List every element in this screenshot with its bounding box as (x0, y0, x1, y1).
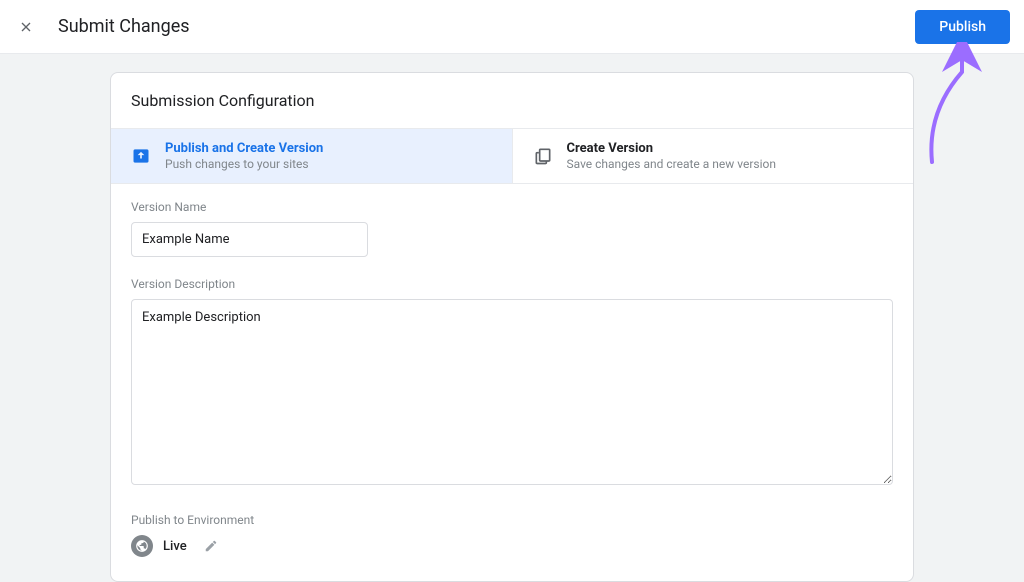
tab-create-subtitle: Save changes and create a new version (567, 157, 776, 171)
tab-publish-title: Publish and Create Version (165, 141, 323, 156)
page-title: Submit Changes (58, 16, 190, 37)
close-icon[interactable] (14, 15, 38, 39)
environment-name: Live (163, 539, 187, 554)
copy-icon (533, 146, 553, 166)
publish-environment-label: Publish to Environment (131, 513, 893, 527)
tab-publish-create-version[interactable]: Publish and Create Version Push changes … (111, 129, 513, 183)
tab-create-version[interactable]: Create Version Save changes and create a… (513, 129, 914, 183)
version-description-label: Version Description (131, 277, 893, 291)
tab-create-title: Create Version (567, 141, 776, 156)
publish-button[interactable]: Publish (915, 10, 1010, 44)
version-name-input[interactable] (131, 222, 368, 257)
pencil-icon[interactable] (203, 538, 219, 554)
version-name-label: Version Name (131, 200, 893, 214)
card-title: Submission Configuration (111, 73, 913, 129)
globe-icon (131, 535, 153, 557)
tab-publish-subtitle: Push changes to your sites (165, 157, 323, 171)
upload-icon (131, 146, 151, 166)
version-description-input[interactable] (131, 299, 893, 485)
